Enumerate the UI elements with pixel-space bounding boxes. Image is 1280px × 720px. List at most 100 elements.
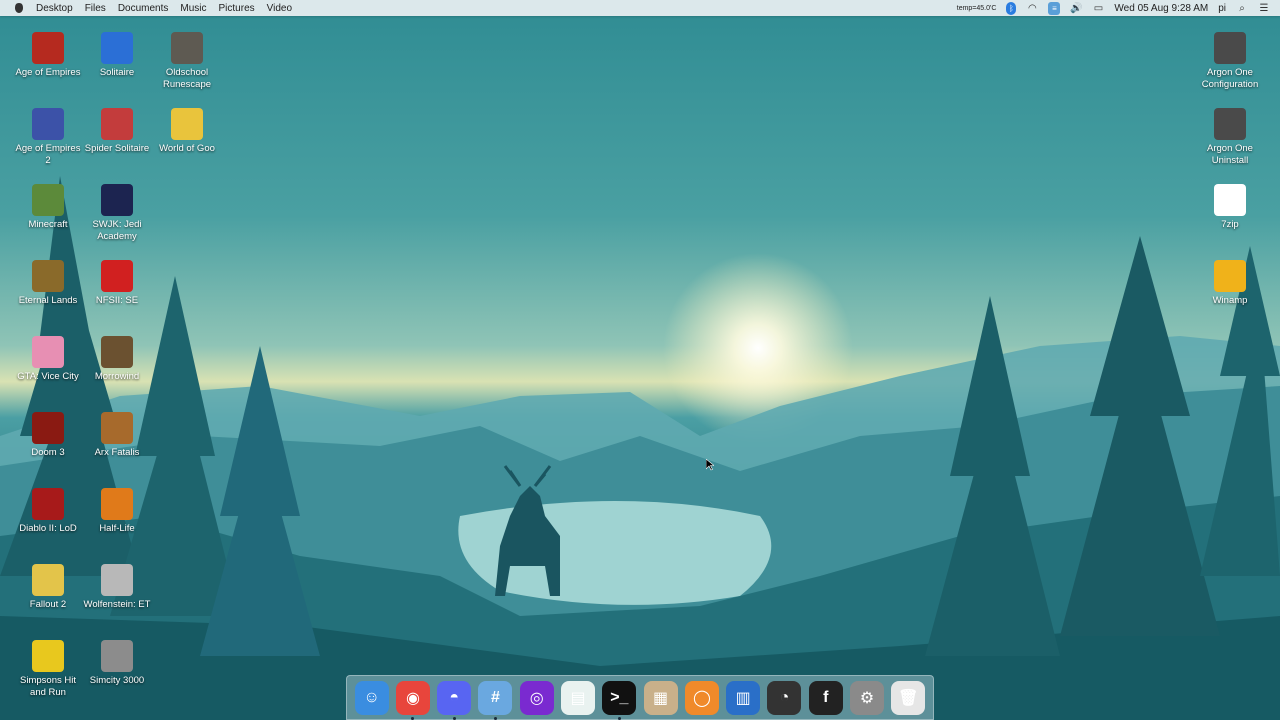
menu-documents[interactable]: Documents bbox=[118, 3, 169, 14]
desktop-icon-simpsons[interactable]: Simpsons Hit and Run bbox=[13, 640, 83, 699]
podcast-icon[interactable]: ◎ bbox=[519, 680, 554, 715]
audio-volume-icon[interactable]: 🔊 bbox=[1070, 2, 1082, 14]
desktop-icon-label: Age of Empires bbox=[15, 67, 81, 78]
discord-icon[interactable]: ◓ bbox=[437, 680, 472, 720]
dock-glyph: f bbox=[823, 688, 829, 706]
raspberry-logo-icon[interactable] bbox=[14, 2, 24, 14]
doom-3-icon bbox=[32, 412, 64, 444]
desktop-icon-winamp[interactable]: Winamp bbox=[1195, 260, 1265, 307]
desktop-icon-argon-uninstall[interactable]: Argon One Uninstall bbox=[1195, 108, 1265, 167]
user-menu[interactable]: pi bbox=[1218, 3, 1226, 14]
desktop-icon-label: Eternal Lands bbox=[18, 295, 78, 306]
dock-glyph: ◎ bbox=[529, 689, 544, 707]
desktop-icon-fallout[interactable]: Fallout 2 bbox=[13, 564, 83, 611]
spider-solitaire-icon bbox=[101, 108, 133, 140]
desktop-icon-label: Fallout 2 bbox=[29, 599, 67, 610]
desktop-icon-arx-fatalis[interactable]: Arx Fatalis bbox=[82, 412, 152, 459]
clock[interactable]: Wed 05 Aug 9:28 AM bbox=[1114, 3, 1208, 14]
simcity-icon bbox=[101, 640, 133, 672]
desktop-icon-simcity[interactable]: Simcity 3000 bbox=[82, 640, 152, 687]
dock-glyph: # bbox=[491, 688, 500, 706]
arx-fatalis-icon bbox=[101, 412, 133, 444]
desktop-icon-label: SWJK: Jedi Academy bbox=[92, 219, 142, 242]
menu-files[interactable]: Files bbox=[85, 3, 106, 14]
desktop-icon-morrowind[interactable]: Morrowind bbox=[82, 336, 152, 383]
age-of-empires-icon bbox=[32, 32, 64, 64]
fallout-icon bbox=[32, 564, 64, 596]
obs-icon[interactable]: ◔ bbox=[767, 680, 802, 715]
nfsii-icon bbox=[101, 260, 133, 292]
desktop-icon-gta-vice-city[interactable]: GTA: Vice City bbox=[13, 336, 83, 383]
running-indicator bbox=[411, 716, 415, 720]
desktop-icon-eternal-lands[interactable]: Eternal Lands bbox=[13, 260, 83, 307]
battery-icon[interactable]: ▭ bbox=[1092, 2, 1104, 14]
gta-vice-city-icon bbox=[32, 336, 64, 368]
desktop-icon-label: Winamp bbox=[1212, 295, 1248, 306]
text-editor-icon[interactable]: ▥ bbox=[726, 680, 761, 715]
hash-chat-icon[interactable]: # bbox=[478, 680, 513, 720]
desktop-icon-doom-3[interactable]: Doom 3 bbox=[13, 412, 83, 459]
dock-glyph: ☺ bbox=[363, 688, 380, 706]
menu-music[interactable]: Music bbox=[180, 3, 206, 14]
desktop-icon-age-of-empires[interactable]: Age of Empires bbox=[13, 32, 83, 79]
age-of-empires-2-icon bbox=[32, 108, 64, 140]
dock: ☺ ◉ ◓ # ◎ ▤ >_ ▦ ◯ ▥ ◔ f ⚙ 🗑 bbox=[346, 675, 934, 720]
argon-uninstall-icon bbox=[1214, 108, 1246, 140]
video-editor-icon[interactable]: ▦ bbox=[643, 680, 678, 715]
menu-video[interactable]: Video bbox=[267, 3, 292, 14]
trash-icon[interactable]: 🗑 bbox=[891, 680, 926, 715]
winamp-icon bbox=[1214, 260, 1246, 292]
dock-glyph: ◓ bbox=[449, 688, 460, 706]
desktop-icon-minecraft[interactable]: Minecraft bbox=[13, 184, 83, 231]
dock-glyph: ◯ bbox=[692, 689, 711, 707]
desktop-icon-wolfenstein[interactable]: Wolfenstein: ET bbox=[82, 564, 152, 611]
desktop-icon-label: Minecraft bbox=[28, 219, 68, 230]
desktop-icon-spider-solitaire[interactable]: Spider Solitaire bbox=[82, 108, 152, 155]
menu-pictures[interactable]: Pictures bbox=[219, 3, 255, 14]
desktop-icons: Age of Empires Solitaire Oldschool Runesca… bbox=[0, 0, 1280, 720]
desktop-icon-label: Morrowind bbox=[94, 371, 140, 382]
desktop-icon-runescape[interactable]: Oldschool Runescape bbox=[152, 32, 222, 91]
desktop-icon-solitaire[interactable]: Solitaire bbox=[82, 32, 152, 79]
desktop-icon-nfsii[interactable]: NFSII: SE bbox=[82, 260, 152, 307]
dock-glyph: ▦ bbox=[653, 689, 669, 707]
argon-config-icon bbox=[1214, 32, 1246, 64]
book-reader-icon[interactable]: ▤ bbox=[561, 680, 596, 715]
desktop-icon-label: Diablo II: LoD bbox=[19, 523, 77, 534]
dock-glyph: 🗑 bbox=[898, 689, 919, 707]
desktop-icon-diablo[interactable]: Diablo II: LoD bbox=[13, 488, 83, 535]
morrowind-icon bbox=[101, 336, 133, 368]
dock-glyph: ◉ bbox=[405, 689, 420, 707]
chrome-icon[interactable]: ◉ bbox=[395, 680, 430, 720]
system-preferences-icon[interactable]: ⚙ bbox=[850, 680, 885, 715]
list-icon[interactable]: ≡ bbox=[1048, 1, 1061, 15]
menu-list-icon[interactable]: ☰ bbox=[1258, 2, 1270, 14]
desktop-icon-jedi-academy[interactable]: SWJK: Jedi Academy bbox=[82, 184, 152, 243]
top-menu-bar: Desktop Files Documents Music Pictures V… bbox=[0, 0, 1280, 16]
desktop-icon-world-of-goo[interactable]: World of Goo bbox=[152, 108, 222, 155]
dock-glyph: ⚙ bbox=[859, 689, 875, 707]
terminal-icon[interactable]: >_ bbox=[602, 680, 637, 720]
desktop-icon-label: Argon One Uninstall bbox=[1207, 143, 1253, 166]
menu-desktop[interactable]: Desktop bbox=[36, 3, 73, 14]
media-player-icon[interactable]: ◯ bbox=[684, 680, 719, 715]
running-indicator bbox=[452, 716, 456, 720]
half-life-icon bbox=[101, 488, 133, 520]
jedi-academy-icon bbox=[101, 184, 133, 216]
finder-icon[interactable]: ☺ bbox=[354, 680, 389, 715]
font-app-icon[interactable]: f bbox=[808, 680, 843, 715]
search-icon[interactable]: ⌕ bbox=[1236, 2, 1248, 14]
desktop-icon-label: NFSII: SE bbox=[95, 295, 139, 306]
minecraft-icon bbox=[32, 184, 64, 216]
desktop-icon-label: Simcity 3000 bbox=[89, 675, 145, 686]
desktop-icon-half-life[interactable]: Half-Life bbox=[82, 488, 152, 535]
eternal-lands-icon bbox=[32, 260, 64, 292]
desktop-icon-7zip[interactable]: 7zip bbox=[1195, 184, 1265, 231]
desktop-icon-argon-config[interactable]: Argon One Configuration bbox=[1195, 32, 1265, 91]
desktop-icon-age-of-empires-2[interactable]: Age of Empires 2 bbox=[13, 108, 83, 167]
bluetooth-icon[interactable]: ᛒ bbox=[1006, 1, 1017, 15]
wifi-icon[interactable]: ◠ bbox=[1026, 2, 1038, 14]
desktop-icon-label: Arx Fatalis bbox=[94, 447, 140, 458]
simpsons-icon bbox=[32, 640, 64, 672]
desktop-icon-label: Simpsons Hit and Run bbox=[20, 675, 76, 698]
